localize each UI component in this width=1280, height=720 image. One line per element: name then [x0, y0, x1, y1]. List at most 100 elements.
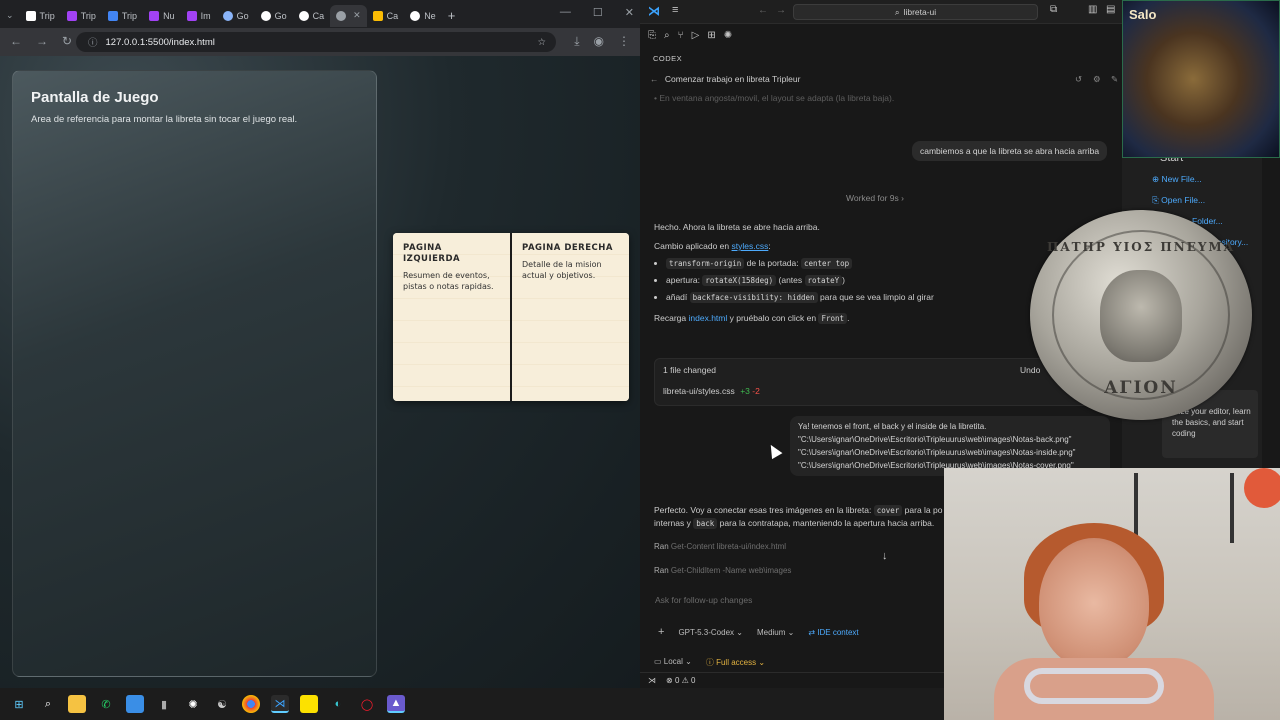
- files-changed-title: 1 file changed: [663, 365, 716, 375]
- index-html-link[interactable]: index.html: [689, 313, 728, 323]
- environment-row: ▭ Local ⌄ ⓘ Full access ⌄: [654, 657, 765, 668]
- add-context-icon[interactable]: +: [658, 626, 664, 638]
- ran-command[interactable]: Ran Get-ChildItem -Name web\images: [654, 566, 791, 575]
- message-line: "C:\Users\ignar\OneDrive\Escritorio\Trip…: [798, 448, 1076, 457]
- whatsapp-icon[interactable]: ✆: [97, 695, 115, 713]
- edge-icon[interactable]: ◐: [329, 695, 347, 713]
- coin-overlay-image: ΠΑΤΗΡ ΥΙΟΣ ΠΝΕΥΜΑ ΑΓΙΟΝ: [1030, 210, 1252, 420]
- new-file-link[interactable]: ⊕ New File...: [1152, 174, 1202, 185]
- changed-file-entry[interactable]: libreta-ui/styles.css +3 -2: [663, 386, 760, 396]
- profile-icon[interactable]: ◉: [594, 34, 604, 49]
- chrome-icon[interactable]: [242, 695, 260, 713]
- message-line: Ya! tenemos el front, el back y el insid…: [798, 422, 987, 431]
- tab-label: Ne: [424, 10, 436, 21]
- app-icon[interactable]: ☯: [213, 695, 231, 713]
- tab-favicon-icon: [372, 10, 383, 21]
- open-file-link[interactable]: ⎘ Open File...: [1152, 195, 1205, 206]
- follow-up-input[interactable]: Ask for follow-up changes: [655, 595, 752, 605]
- search-view-icon[interactable]: ⌕: [664, 30, 670, 41]
- undo-button[interactable]: Undo: [1020, 365, 1040, 375]
- notebook[interactable]: PAGINA IZQUIERDA Resumen de eventos, pis…: [393, 233, 629, 401]
- taskbar-search-icon[interactable]: ⌕: [39, 695, 57, 713]
- menu-icon[interactable]: ⋮: [618, 34, 630, 49]
- store-icon[interactable]: [126, 695, 144, 713]
- close-window-icon[interactable]: ✕: [625, 6, 634, 19]
- browser-tab-active[interactable]: ✕: [330, 4, 367, 27]
- layout-panel-icon[interactable]: ▤: [1106, 4, 1115, 15]
- minimize-icon[interactable]: —: [560, 6, 571, 19]
- browser-tab[interactable]: Trip: [102, 5, 143, 27]
- new-chat-icon[interactable]: ✎: [1111, 74, 1118, 85]
- vscode-taskbar-icon[interactable]: ⋊: [271, 695, 289, 713]
- forward-icon[interactable]: →: [36, 34, 48, 48]
- scroll-down-icon[interactable]: ↓: [882, 550, 888, 562]
- chatgpt-icon[interactable]: ✺: [184, 695, 202, 713]
- effort-select[interactable]: Medium ⌄: [757, 628, 794, 637]
- browser-tab[interactable]: Trip: [20, 5, 61, 27]
- extensions-icon[interactable]: ⊞: [707, 30, 715, 41]
- window-controls: — ☐ ✕: [560, 6, 634, 19]
- url-field[interactable]: ⓘ 127.0.0.1:5500/index.html ☆: [76, 32, 556, 52]
- search-text: libreta-ui: [903, 7, 937, 17]
- app-icon[interactable]: ▮: [155, 695, 173, 713]
- browser-tab[interactable]: Ca: [293, 5, 331, 27]
- reload-icon[interactable]: ↻: [62, 34, 72, 48]
- browser-tab[interactable]: Go: [217, 5, 255, 27]
- browser-tab[interactable]: Ne: [404, 5, 442, 27]
- reply-text: apertura:: [666, 275, 701, 285]
- browser-tab[interactable]: Im: [181, 5, 217, 27]
- reply-text: ): [842, 275, 845, 285]
- download-icon[interactable]: ⤓: [574, 34, 579, 49]
- opera-icon[interactable]: ◯: [358, 695, 376, 713]
- close-tab-icon[interactable]: ✕: [353, 10, 361, 21]
- headphones-shape: [1024, 668, 1164, 704]
- maximize-icon[interactable]: ☐: [593, 6, 603, 19]
- ide-context-toggle[interactable]: ⇄ IDE context: [808, 628, 858, 637]
- site-info-icon[interactable]: ⓘ: [88, 35, 98, 49]
- styles-css-link[interactable]: styles.css: [732, 241, 769, 251]
- browser-tab[interactable]: Nu: [143, 5, 181, 27]
- tab-favicon-icon: [410, 10, 421, 21]
- access-select[interactable]: ⓘ Full access ⌄: [706, 657, 765, 668]
- url-text: 127.0.0.1:5500/index.html: [105, 36, 215, 48]
- back-icon[interactable]: ←: [10, 34, 22, 48]
- notebook-right-page: PAGINA DERECHA Detalle de la mision actu…: [512, 233, 629, 401]
- windows-start-icon[interactable]: ⊞: [10, 695, 28, 713]
- lines-added: +3: [740, 386, 750, 396]
- remote-icon[interactable]: ⋊: [648, 676, 656, 685]
- problems-indicator[interactable]: ⊗ 0 ⚠ 0: [666, 676, 695, 685]
- model-select[interactable]: GPT-5.3-Codex ⌄: [678, 628, 743, 637]
- nav-back-icon[interactable]: ←: [758, 5, 768, 16]
- command-center-search[interactable]: ⌕ libreta-ui: [793, 4, 1038, 20]
- worked-for-label[interactable]: Worked for 9s ›: [846, 193, 904, 203]
- app-icon[interactable]: ▲: [387, 695, 405, 713]
- hamburger-menu-icon[interactable]: ≡: [672, 4, 678, 16]
- back-arrow-icon[interactable]: ←: [650, 74, 659, 84]
- bookmark-star-icon[interactable]: ☆: [537, 37, 546, 48]
- thread-header: ← Comenzar trabajo en libreta Tripleur ↺…: [650, 74, 1120, 84]
- tab-search-button[interactable]: ⌄: [0, 5, 20, 27]
- composer: Ask for follow-up changes + GPT-5.3-Code…: [648, 583, 948, 653]
- history-icon[interactable]: ↺: [1075, 74, 1082, 85]
- explorer-icon[interactable]: ⎘: [648, 30, 656, 41]
- tab-label: Go: [274, 10, 287, 21]
- source-control-icon[interactable]: ⑂: [678, 30, 684, 41]
- new-tab-button[interactable]: +: [442, 5, 462, 27]
- codex-icon[interactable]: ✺: [724, 30, 732, 41]
- browser-tab[interactable]: Trip: [61, 5, 102, 27]
- tab-favicon-icon: [25, 10, 36, 21]
- browser-tab[interactable]: Go: [255, 5, 293, 27]
- reply-text: .: [847, 313, 850, 323]
- local-select[interactable]: ▭ Local ⌄: [654, 657, 692, 668]
- settings-gear-icon[interactable]: ⚙: [1093, 74, 1101, 85]
- layout-sidebar-icon[interactable]: ▥: [1088, 4, 1097, 15]
- copilot-icon[interactable]: ⧉: [1050, 4, 1057, 15]
- nav-forward-icon[interactable]: →: [776, 5, 786, 16]
- run-debug-icon[interactable]: ▷: [692, 30, 700, 41]
- file-explorer-icon[interactable]: [68, 695, 86, 713]
- ran-command[interactable]: Ran Get-Content libreta-ui/index.html: [654, 542, 786, 551]
- tab-favicon-icon: [66, 10, 77, 21]
- sticky-notes-icon[interactable]: [300, 695, 318, 713]
- coin-bottom-inscription: ΑΓΙΟΝ: [1104, 378, 1178, 398]
- browser-tab[interactable]: Ca: [367, 5, 405, 27]
